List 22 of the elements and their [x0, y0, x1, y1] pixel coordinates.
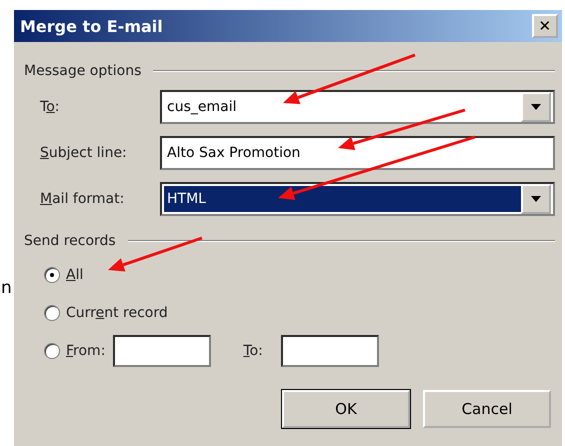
- field-label: Subject line:: [39, 145, 128, 161]
- radio-button[interactable]: [44, 343, 60, 359]
- close-button[interactable]: ✕: [532, 14, 558, 38]
- input-field[interactable]: [113, 335, 212, 367]
- radio-button[interactable]: [44, 305, 60, 321]
- group-heading: Send records: [24, 233, 116, 249]
- field-label: Mail format:: [39, 191, 126, 207]
- radio-label: Current record: [66, 305, 168, 321]
- radio-label: From:: [66, 343, 106, 359]
- dropdown[interactable]: HTML: [160, 182, 555, 216]
- input-field[interactable]: Alto Sax Promotion: [160, 136, 555, 170]
- group-heading: Message options: [24, 63, 142, 79]
- radio-button[interactable]: [44, 267, 60, 283]
- field-label: To:: [243, 343, 263, 359]
- cancel-button[interactable]: Cancel: [423, 390, 551, 428]
- ok-button[interactable]: OK: [282, 390, 410, 428]
- radio-label: All: [66, 267, 84, 283]
- input-field[interactable]: [280, 335, 379, 367]
- window-title: Merge to E-mail: [20, 16, 163, 36]
- background-text: n: [1, 278, 12, 298]
- field-label: To:: [39, 99, 60, 115]
- dropdown[interactable]: cus_email: [160, 90, 555, 124]
